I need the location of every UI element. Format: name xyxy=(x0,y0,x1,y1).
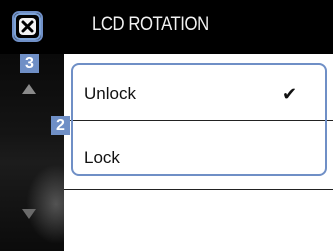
divider xyxy=(64,189,333,190)
close-highlight xyxy=(12,11,43,42)
empty-row xyxy=(64,194,333,251)
scroll-up-arrow-icon[interactable] xyxy=(22,84,36,94)
title-bar: LCD ROTATION xyxy=(0,0,333,54)
device-screen: LCD ROTATION Unlock ✔ Lock 3 2 xyxy=(0,0,333,251)
options-highlight xyxy=(71,63,327,176)
callout-badge-list: 2 xyxy=(51,116,70,135)
page-title: LCD ROTATION xyxy=(92,14,209,35)
callout-badge-close: 3 xyxy=(20,54,39,73)
scroll-down-arrow-icon[interactable] xyxy=(22,209,36,219)
